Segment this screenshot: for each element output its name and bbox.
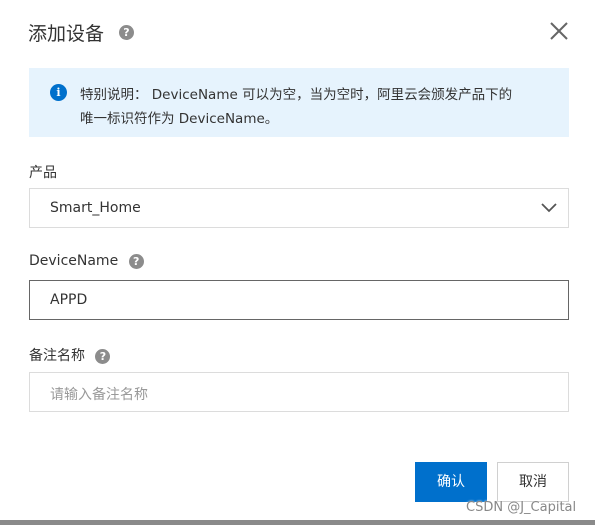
device-name-input[interactable]: APPD: [29, 280, 569, 320]
watermark: CSDN @J_Capital: [466, 500, 577, 515]
product-label: 产品: [29, 162, 57, 182]
confirm-button[interactable]: 确认: [415, 462, 487, 502]
device-name-label: DeviceName ?: [29, 253, 144, 269]
notice-text-line-2: 唯一标识符作为 DeviceName。: [80, 111, 279, 127]
question-circle-icon[interactable]: ?: [119, 25, 134, 40]
cancel-button[interactable]: 取消: [497, 462, 569, 502]
device-name-input-value: APPD: [50, 292, 88, 308]
device-name-label-text: DeviceName: [29, 253, 119, 269]
remark-label: 备注名称 ?: [29, 345, 111, 365]
remark-label-text: 备注名称: [29, 348, 85, 364]
product-label-text: 产品: [29, 165, 57, 181]
close-icon[interactable]: [548, 20, 570, 42]
remark-input-placeholder: 请输入备注名称: [50, 387, 148, 403]
product-select[interactable]: Smart_Home: [29, 188, 569, 228]
notice-banner: i 特别说明： DeviceName 可以为空，当为空时，阿里云会颁发产品下的 …: [29, 68, 569, 137]
product-select-value: Smart_Home: [50, 200, 141, 216]
notice-text-line-1: 特别说明： DeviceName 可以为空，当为空时，阿里云会颁发产品下的: [80, 87, 513, 103]
dialog-title: 添加设备: [28, 23, 105, 45]
bottom-divider: [0, 520, 595, 525]
chevron-down-icon: [541, 203, 557, 213]
question-circle-icon[interactable]: ?: [95, 348, 111, 364]
remark-input[interactable]: 请输入备注名称: [29, 372, 569, 412]
info-circle-icon: i: [50, 84, 67, 101]
add-device-dialog: 添加设备 ? i 特别说明： DeviceName 可以为空，当为空时，阿里云会…: [0, 0, 595, 525]
question-circle-icon[interactable]: ?: [128, 253, 144, 269]
